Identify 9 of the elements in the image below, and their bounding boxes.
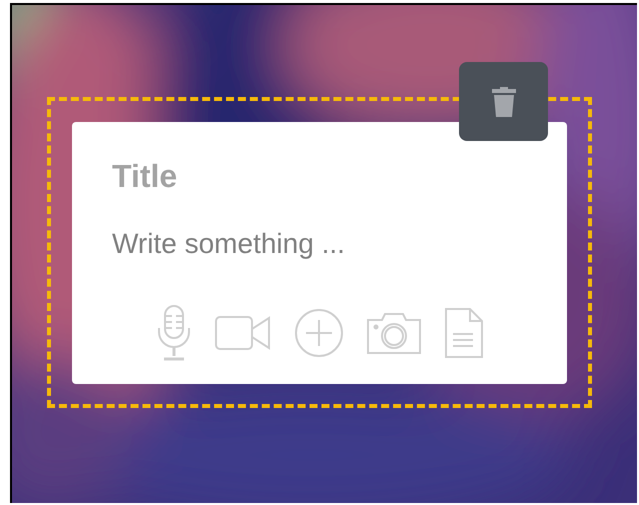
title-field[interactable]: Title: [112, 156, 492, 196]
delete-button[interactable]: [459, 62, 548, 141]
video-camera-icon[interactable]: [214, 313, 272, 353]
microphone-icon[interactable]: [156, 304, 192, 362]
trash-icon: [490, 84, 516, 118]
body-field[interactable]: Write something ...: [112, 226, 492, 262]
document-icon[interactable]: [444, 307, 484, 359]
add-icon[interactable]: [294, 308, 344, 358]
camera-icon[interactable]: [366, 311, 422, 355]
